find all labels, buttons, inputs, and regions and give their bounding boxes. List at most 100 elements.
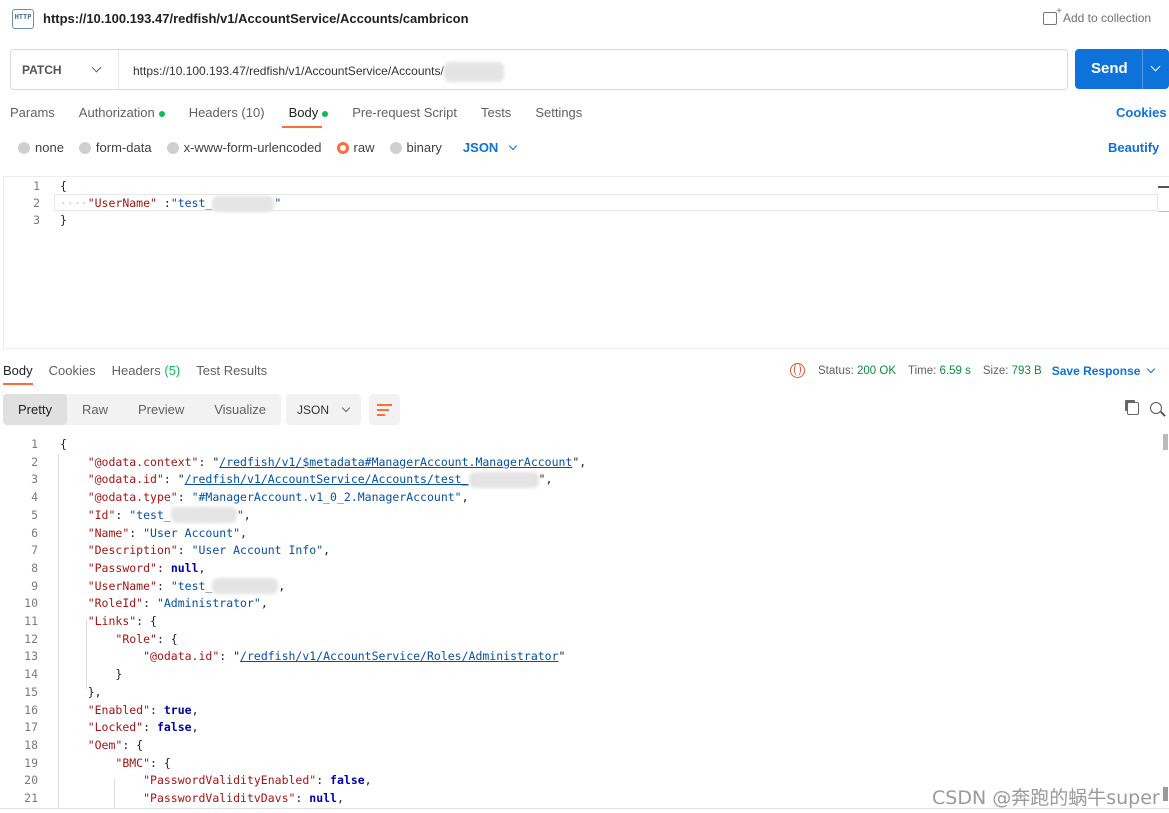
view-raw[interactable]: Raw [67, 394, 123, 425]
raw-format-select[interactable]: JSON [463, 140, 518, 155]
tab-settings[interactable]: Settings [535, 105, 582, 120]
send-button[interactable]: Send [1075, 49, 1169, 89]
code-text: "Description": "User Account Info", [87, 543, 331, 558]
url-input[interactable]: https://10.100.193.47/redfish/v1/Account… [133, 62, 504, 82]
copy-icon[interactable] [1127, 402, 1139, 415]
json-key: "@odata.type" [87, 490, 178, 505]
json-keyword: false [156, 720, 192, 735]
json-string: "test_ [170, 578, 213, 593]
send-options-chevron-icon[interactable] [1150, 61, 1161, 72]
json-key: "Name" [87, 525, 130, 540]
json-link[interactable]: /redfish/v1/AccountService/Roles/Adminis… [240, 649, 559, 663]
line-number: 7 [31, 543, 38, 558]
network-globe-icon[interactable] [790, 363, 805, 378]
tab-body[interactable]: Body [289, 105, 329, 120]
method-label: PATCH [22, 62, 62, 77]
response-tabs: Body Cookies Headers (5) Test Results [3, 363, 267, 378]
code-text: { [60, 437, 67, 451]
line-number: 1 [33, 179, 40, 193]
search-icon[interactable] [1150, 402, 1162, 414]
radio-urlencoded[interactable]: x-www-form-urlencoded [166, 140, 322, 155]
json-link[interactable]: /redfish/v1/AccountService/Accounts/test… [185, 472, 469, 486]
request-title[interactable]: https://10.100.193.47/redfish/v1/Account… [43, 11, 469, 26]
line-number: 15 [24, 684, 38, 699]
tab-response-headers[interactable]: Headers (5) [112, 363, 181, 378]
size-value[interactable]: 793 B [1012, 365, 1042, 377]
response-format-label: JSON [297, 402, 330, 417]
code-text: "Id": "test_ ", [87, 507, 251, 524]
json-key: "UserName" [87, 578, 157, 593]
code-text: "RoleId": "Administrator", [87, 596, 268, 611]
json-key: "Oem" [87, 737, 123, 752]
bookmark-icon [1043, 6, 1062, 25]
line-number: 18 [24, 737, 38, 752]
chevron-down-icon [91, 62, 102, 73]
line-number: 19 [24, 755, 38, 770]
radio-none[interactable]: none [18, 140, 64, 155]
json-keyword: true [163, 702, 192, 717]
line-number: 17 [24, 720, 38, 735]
radio-urlencoded-label: x-www-form-urlencoded [183, 140, 322, 155]
wrap-lines-icon [377, 409, 389, 411]
json-string: "User Account" [143, 525, 241, 540]
radio-raw[interactable]: raw [336, 140, 375, 155]
body-type-selector: none form-data x-www-form-urlencoded raw… [18, 140, 518, 155]
json-key: "PasswordValiditvDavs" [143, 791, 296, 805]
tab-body-label: Body [288, 105, 319, 120]
view-pretty[interactable]: Pretty [3, 394, 67, 425]
tab-authorization[interactable]: Authorization [79, 105, 165, 120]
redacted-blur [212, 578, 279, 595]
view-preview[interactable]: Preview [123, 394, 199, 425]
tab-headers[interactable]: Headers (10) [189, 105, 265, 120]
redacted-blur [170, 507, 237, 524]
code-text: "PasswordValiditvDavs": null, [143, 791, 344, 805]
code-text: { [60, 179, 67, 193]
wrap-lines-button[interactable] [369, 394, 400, 425]
time-value[interactable]: 6.59 s [940, 365, 971, 377]
time-label: Time: [908, 364, 937, 377]
headers-count-badge: (5) [164, 363, 181, 378]
radio-form-data[interactable]: form-data [78, 140, 152, 155]
radio-binary[interactable]: binary [389, 140, 442, 155]
json-string: "#ManagerAccount.v1_0_2.ManagerAccount" [191, 490, 462, 505]
code-text: "UserName": "test_, [87, 578, 286, 595]
tab-test-results[interactable]: Test Results [196, 363, 267, 378]
json-string: "User Account Info" [191, 543, 324, 558]
json-link[interactable]: /redfish/v1/$metadata#ManagerAccount.Man… [219, 455, 572, 469]
code-text: "Links": { [87, 614, 157, 628]
cookies-link[interactable]: Cookies [1116, 105, 1167, 120]
response-scrollbar-end[interactable] [1163, 787, 1168, 801]
tab-response-cookies[interactable]: Cookies [49, 363, 96, 378]
response-format-select[interactable]: JSON [286, 394, 361, 425]
radio-circle-icon [78, 141, 91, 154]
add-to-collection-label: Add to collection [1063, 11, 1152, 25]
editor-scroll-marker [1158, 186, 1169, 188]
size-label: Size: [982, 364, 1009, 377]
tab-response-body[interactable]: Body [3, 363, 33, 378]
redacted-blur [443, 62, 504, 82]
line-number: 5 [31, 507, 38, 522]
status-value[interactable]: 200 OK [857, 365, 896, 377]
beautify-button[interactable]: Beautify [1108, 140, 1159, 155]
view-visualize[interactable]: Visualize [199, 394, 281, 425]
code-text: "Oem": { [87, 737, 144, 752]
line-number: 13 [24, 649, 38, 664]
http-request-icon: HTTP [12, 9, 34, 29]
code-text: "@odata.id": "/redfish/v1/AccountService… [143, 649, 566, 664]
json-key: "@odata.context" [87, 454, 199, 469]
response-scrollbar[interactable] [1163, 434, 1168, 450]
line-number: 12 [24, 631, 38, 646]
send-label: Send [1091, 60, 1128, 77]
add-to-collection-button[interactable]: Add to collection [1043, 6, 1152, 25]
json-string: "Administrator" [156, 596, 261, 611]
tab-tests[interactable]: Tests [481, 105, 511, 120]
line-number: 6 [31, 525, 38, 540]
tab-params[interactable]: Params [10, 105, 55, 120]
tab-pre-request-script[interactable]: Pre-request Script [352, 105, 457, 120]
json-key: "BMC" [115, 755, 151, 770]
save-response-button[interactable]: Save Response [1052, 364, 1156, 378]
code-text: "Password": null, [87, 560, 206, 575]
method-select[interactable]: PATCH [11, 50, 119, 89]
response-status-bar: Status: 200 OK Time: 6.59 s Size: 793 B … [790, 363, 1156, 378]
response-body-viewer[interactable]: 1 { 2 "@odata.context": "/redfish/v1/$met… [0, 436, 1160, 808]
